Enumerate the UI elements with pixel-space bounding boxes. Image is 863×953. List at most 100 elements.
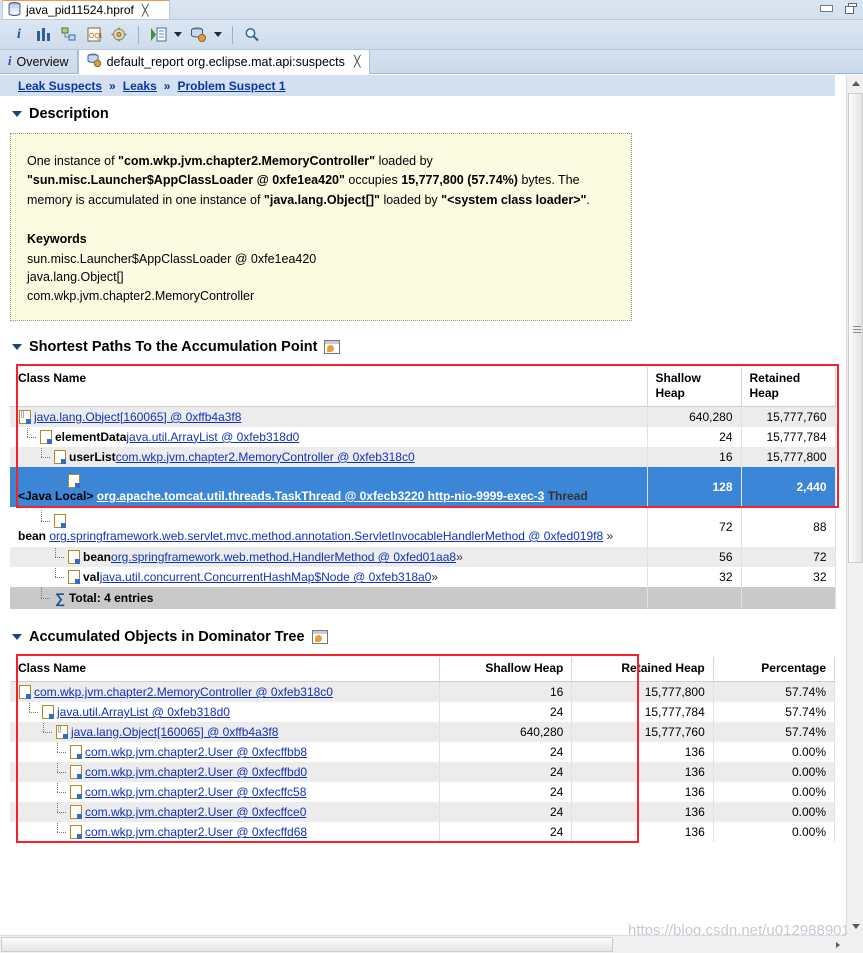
vertical-scrollbar[interactable] (846, 75, 863, 935)
section-header-description[interactable]: Description (0, 97, 835, 128)
cell-class-name[interactable]: val java.util.concurrent.ConcurrentHashM… (10, 567, 648, 588)
table-row[interactable]: com.wkp.jvm.chapter2.MemoryController @ … (10, 681, 836, 703)
object-icon (70, 785, 82, 800)
run-expert-system-icon[interactable] (108, 24, 130, 46)
table-total-row: ∑ Total: 4 entries (10, 587, 836, 610)
object-link[interactable]: java.util.ArrayList @ 0xfeb318d0 (126, 430, 299, 444)
table-row[interactable]: com.wkp.jvm.chapter2.User @ 0xfecffd68 24… (10, 822, 836, 843)
section-header-dominator-tree[interactable]: Accumulated Objects in Dominator Tree (0, 609, 835, 651)
breadcrumb-item-leak-suspects[interactable]: Leak Suspects (18, 79, 102, 93)
horizontal-scrollbar[interactable] (0, 935, 846, 953)
scroll-down-icon[interactable] (847, 918, 863, 935)
dominator-tree-icon[interactable] (58, 24, 80, 46)
table-row[interactable]: val java.util.concurrent.ConcurrentHashM… (10, 567, 836, 588)
scroll-right-icon[interactable] (829, 936, 846, 953)
tree-guide-icon (52, 547, 67, 564)
tab-overview[interactable]: i Overview (0, 50, 78, 73)
description-emphasis: "com.wkp.jvm.chapter2.MemoryController" (118, 154, 376, 168)
object-link[interactable]: java.lang.Object[160065] @ 0xffb4a3f8 (71, 725, 278, 739)
object-link[interactable]: com.wkp.jvm.chapter2.MemoryController @ … (116, 450, 415, 464)
table-row[interactable]: com.wkp.jvm.chapter2.User @ 0xfecffce0 24… (10, 802, 836, 823)
scroll-up-icon[interactable] (847, 75, 863, 92)
cell-class-name[interactable]: [] java.lang.Object[160065] @ 0xffb4a3f8 (10, 722, 440, 743)
object-link[interactable]: java.lang.Object[160065] @ 0xffb4a3f8 (34, 410, 241, 424)
query-browser-dropdown-icon[interactable] (212, 24, 224, 46)
cell-class-name[interactable]: elementData java.util.ArrayList @ 0xfeb3… (10, 426, 648, 447)
cell-retained-heap: 136 (571, 782, 714, 803)
chevron-down-icon[interactable] (12, 634, 22, 641)
breadcrumb-item-problem-suspect-1[interactable]: Problem Suspect 1 (177, 79, 285, 93)
cell-class-name[interactable]: com.wkp.jvm.chapter2.User @ 0xfecffbb8 (10, 742, 440, 763)
horizontal-scrollbar-thumb[interactable] (1, 937, 613, 952)
object-link[interactable]: com.wkp.jvm.chapter2.MemoryController @ … (34, 685, 333, 699)
tab-default-report[interactable]: default_report org.eclipse.mat.api:suspe… (77, 50, 370, 74)
table-row[interactable]: com.wkp.jvm.chapter2.User @ 0xfecffc58 24… (10, 782, 836, 803)
oql-icon[interactable]: OQL (83, 24, 105, 46)
minimize-icon[interactable] (820, 5, 833, 12)
object-link[interactable]: com.wkp.jvm.chapter2.User @ 0xfecffc58 (85, 785, 306, 799)
table-row[interactable]: [] java.lang.Object[160065] @ 0xffb4a3f8 6… (10, 406, 836, 427)
search-icon[interactable] (241, 24, 263, 46)
cell-class-name[interactable]: [] java.lang.Object[160065] @ 0xffb4a3f8 (10, 406, 648, 427)
cell-class-name[interactable]: java.util.ArrayList @ 0xfeb318d0 (10, 702, 440, 723)
column-header-percentage[interactable]: Percentage (713, 657, 836, 683)
table-row[interactable]: [] java.lang.Object[160065] @ 0xffb4a3f8 6… (10, 722, 836, 743)
tree-guide-icon (38, 509, 53, 528)
table-row[interactable]: bean org.springframework.web.method.Hand… (10, 547, 836, 568)
cell-class-name[interactable]: com.wkp.jvm.chapter2.User @ 0xfecffc58 (10, 782, 440, 803)
cell-retained-heap: 2,440 (741, 466, 836, 507)
object-link[interactable]: java.util.concurrent.ConcurrentHashMap$N… (100, 570, 432, 584)
table-row[interactable]: com.wkp.jvm.chapter2.User @ 0xfecffbb8 24… (10, 742, 836, 763)
leak-report-icon[interactable] (147, 24, 169, 46)
object-link[interactable]: com.wkp.jvm.chapter2.User @ 0xfecffbd0 (85, 765, 307, 779)
cell-class-name[interactable]: com.wkp.jvm.chapter2.User @ 0xfecffce0 (10, 802, 440, 823)
column-header-class-name[interactable]: Class Name (10, 366, 648, 407)
object-link[interactable]: org.springframework.web.servlet.mvc.meth… (49, 529, 603, 543)
cell-class-name[interactable]: com.wkp.jvm.chapter2.User @ 0xfecffbd0 (10, 762, 440, 783)
column-header-shallow-heap[interactable]: Shallow Heap (439, 657, 573, 683)
chevron-down-icon[interactable] (12, 111, 22, 117)
object-link[interactable]: org.apache.tomcat.util.threads.TaskThrea… (97, 489, 545, 503)
object-link[interactable]: com.wkp.jvm.chapter2.User @ 0xfecffd68 (85, 825, 307, 839)
vertical-scrollbar-thumb[interactable] (848, 93, 863, 563)
restore-icon[interactable] (845, 3, 857, 14)
table-row[interactable]: java.util.ArrayList @ 0xfeb318d0 24 15,777… (10, 702, 836, 723)
cell-class-name[interactable]: <Java Local> org.apache.tomcat.util.thre… (10, 466, 648, 507)
cell-class-name[interactable]: com.wkp.jvm.chapter2.User @ 0xfecffd68 (10, 822, 440, 843)
table-row[interactable]: com.wkp.jvm.chapter2.User @ 0xfecffbd0 24… (10, 762, 836, 783)
table-row[interactable]: bean org.springframework.web.servlet.mvc… (10, 506, 836, 548)
object-link[interactable]: java.util.ArrayList @ 0xfeb318d0 (57, 705, 230, 719)
cell-retained-heap: 15,777,760 (571, 722, 714, 743)
object-link[interactable]: com.wkp.jvm.chapter2.User @ 0xfecffbb8 (85, 745, 307, 759)
object-link[interactable]: org.springframework.web.method.HandlerMe… (111, 550, 456, 564)
column-header-shallow-heap[interactable]: Shallow Heap (647, 366, 742, 407)
column-header-class-name[interactable]: Class Name (10, 657, 440, 683)
report-link-icon[interactable] (324, 339, 341, 354)
table-row[interactable]: elementData java.util.ArrayList @ 0xfeb3… (10, 426, 836, 447)
object-link[interactable]: com.wkp.jvm.chapter2.User @ 0xfecffce0 (85, 805, 306, 819)
overview-info-icon[interactable]: i (8, 24, 30, 46)
editor-tab-hprof[interactable]: java_pid11524.hprof ╳ (2, 0, 170, 19)
chevron-down-icon[interactable] (12, 343, 22, 350)
svg-text:OQL: OQL (89, 33, 102, 40)
breadcrumb-item-leaks[interactable]: Leaks (123, 79, 157, 93)
column-header-retained-heap[interactable]: Retained Heap (571, 657, 714, 683)
section-header-shortest-paths[interactable]: Shortest Paths To the Accumulation Point (0, 321, 835, 361)
cell-class-name[interactable]: userList com.wkp.jvm.chapter2.MemoryCont… (10, 446, 648, 467)
leak-report-dropdown-icon[interactable] (172, 24, 184, 46)
cell-class-name[interactable]: bean org.springframework.web.servlet.mvc… (10, 506, 648, 548)
shortest-paths-table: Class Name Shallow Heap Retained Heap [] ja… (10, 366, 836, 610)
column-header-retained-heap[interactable]: Retained Heap (741, 366, 836, 407)
cell-percentage: 0.00% (713, 802, 836, 823)
report-link-icon[interactable] (311, 630, 328, 645)
histogram-icon[interactable] (33, 24, 55, 46)
close-icon[interactable]: ╳ (354, 55, 361, 68)
cell-retained-heap: 88 (741, 506, 836, 548)
cell-class-name[interactable]: bean org.springframework.web.method.Hand… (10, 547, 648, 568)
query-browser-icon[interactable] (187, 24, 209, 46)
description-text: . (586, 192, 590, 207)
table-row[interactable]: userList com.wkp.jvm.chapter2.MemoryCont… (10, 446, 836, 467)
cell-class-name[interactable]: com.wkp.jvm.chapter2.MemoryController @ … (10, 681, 440, 703)
table-row[interactable]: <Java Local> org.apache.tomcat.util.thre… (10, 466, 836, 507)
close-icon[interactable]: ╳ (142, 4, 149, 17)
